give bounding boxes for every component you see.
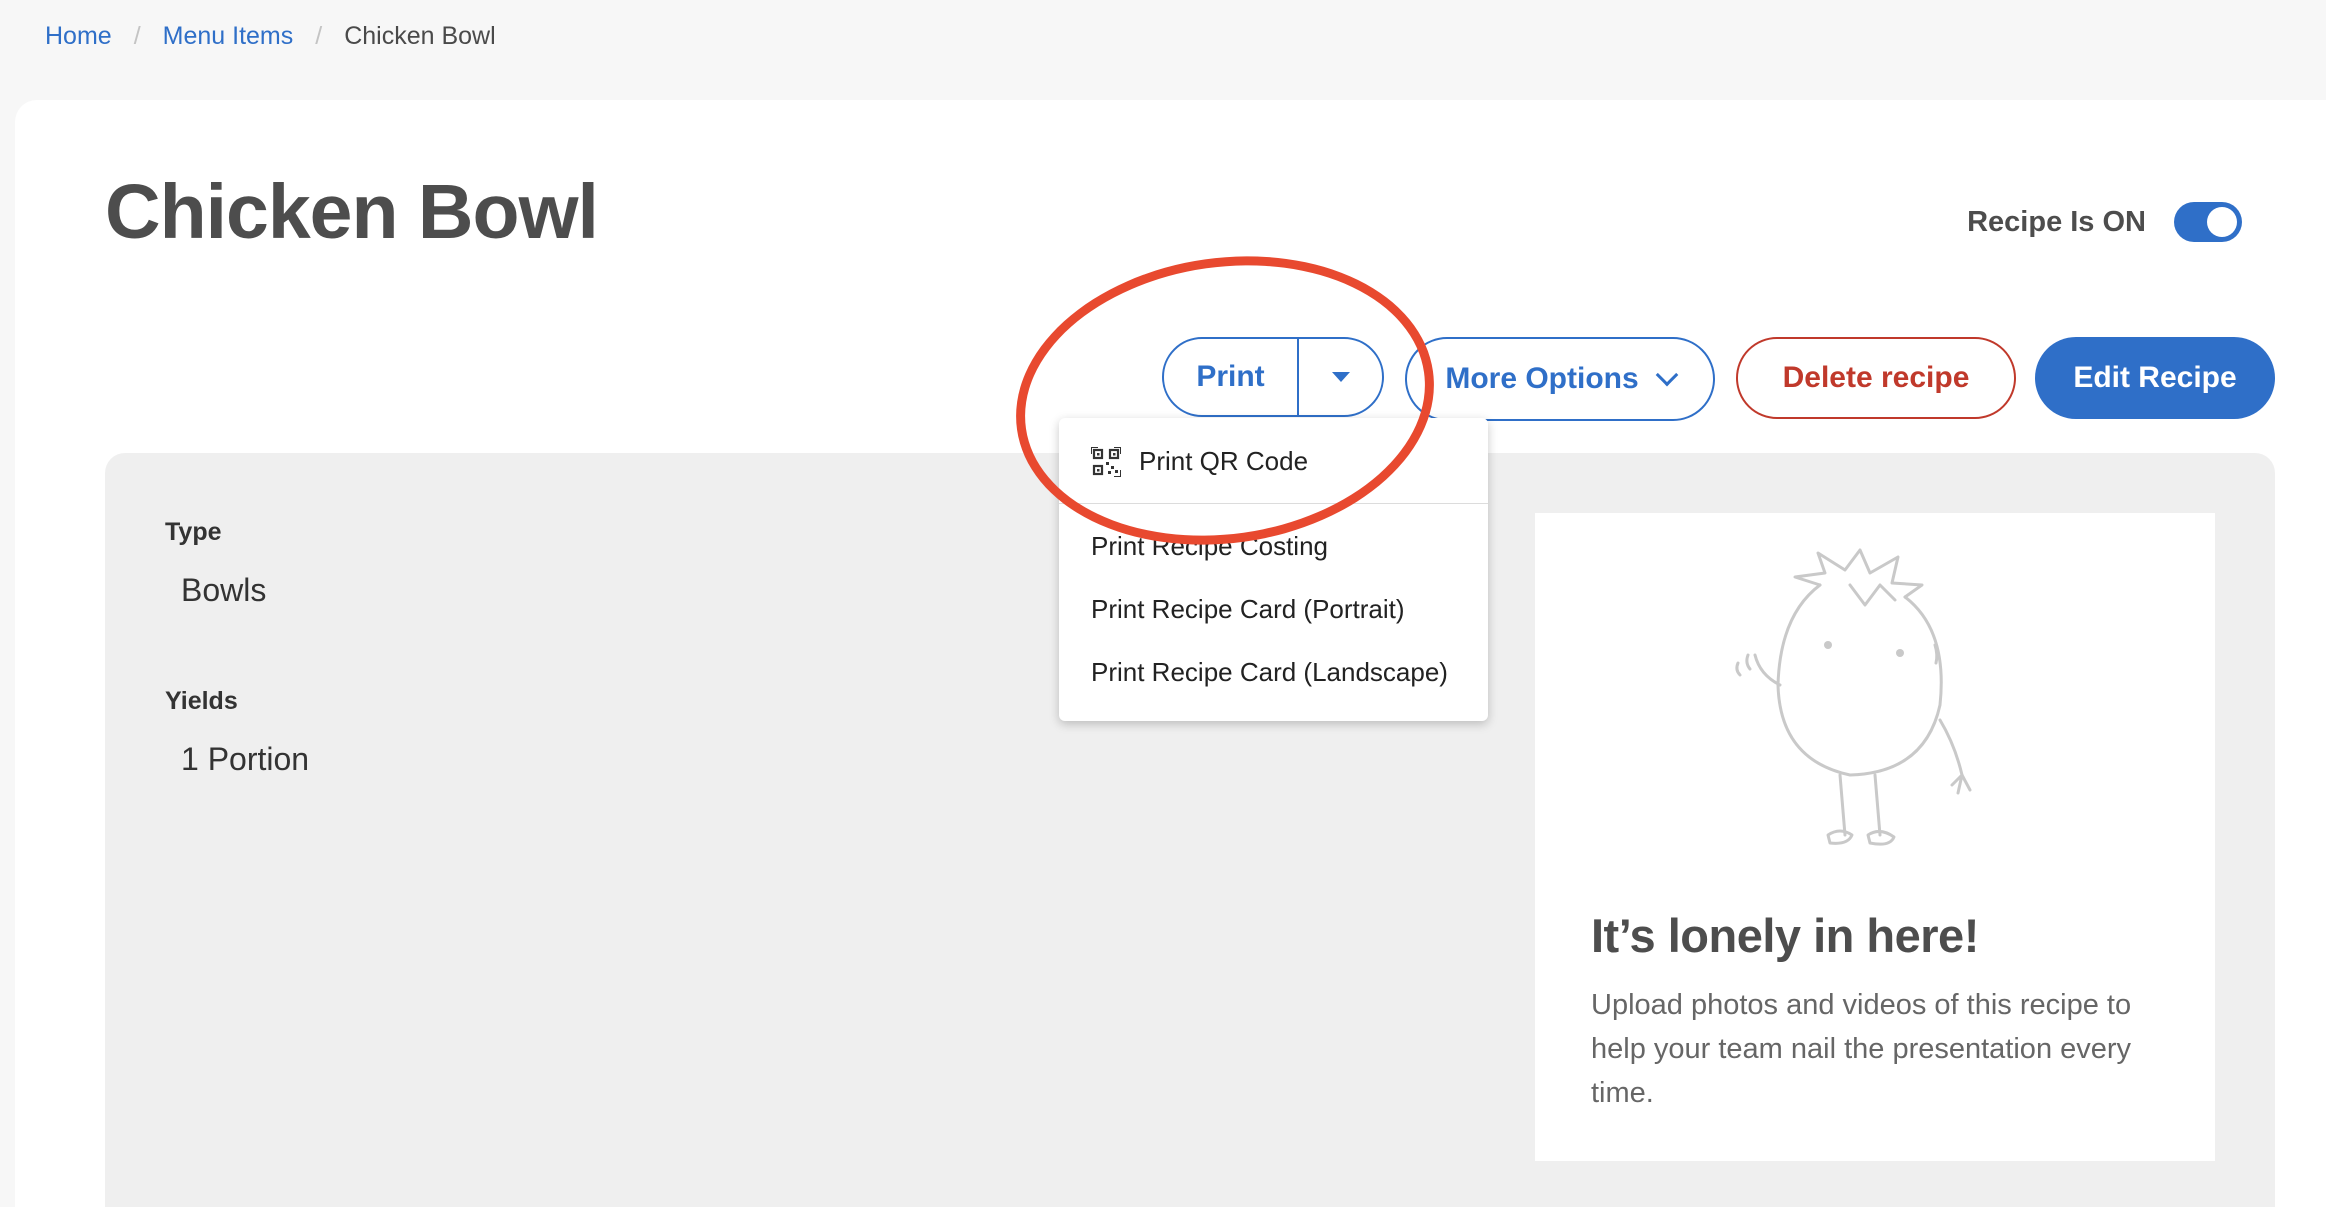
edit-recipe-button[interactable]: Edit Recipe xyxy=(2035,337,2275,419)
print-button[interactable]: Print xyxy=(1164,339,1299,415)
menu-item-print-recipe-card-landscape[interactable]: Print Recipe Card (Landscape) xyxy=(1091,657,1448,688)
recipe-toggle-switch[interactable] xyxy=(2174,202,2242,242)
breadcrumb-home-link[interactable]: Home xyxy=(45,22,112,51)
menu-item-label: Print QR Code xyxy=(1139,446,1309,476)
recipe-toggle-label: Recipe Is ON xyxy=(1967,205,2146,238)
toggle-knob xyxy=(2207,207,2237,237)
breadcrumb-menu-items-link[interactable]: Menu Items xyxy=(163,22,294,51)
tomato-mascot-icon xyxy=(1735,548,1972,846)
menu-item-print-recipe-card-portrait[interactable]: Print Recipe Card (Portrait) xyxy=(1091,594,1405,625)
menu-divider xyxy=(1059,503,1488,504)
yields-value: 1 Portion xyxy=(181,741,310,777)
recipe-toggle: Recipe Is ON xyxy=(1967,202,2242,242)
type-label: Type xyxy=(165,518,222,546)
breadcrumb-current: Chicken Bowl xyxy=(344,22,496,50)
menu-item-print-recipe-costing[interactable]: Print Recipe Costing xyxy=(1091,531,1328,562)
yields-label: Yields xyxy=(165,687,238,715)
more-options-label: More Options xyxy=(1445,362,1639,395)
breadcrumb-separator: / xyxy=(133,22,141,50)
delete-recipe-button[interactable]: Delete recipe xyxy=(1736,337,2016,419)
chevron-down-icon xyxy=(1655,363,1678,387)
breadcrumb: Home / Menu Items / Chicken Bowl xyxy=(45,22,496,51)
empty-state-text: Upload photos and videos of this recipe … xyxy=(1591,989,2132,1109)
breadcrumb-separator: / xyxy=(315,22,323,50)
type-value: Bowls xyxy=(181,572,267,608)
more-options-button[interactable]: More Options xyxy=(1405,337,1715,421)
page-title: Chicken Bowl xyxy=(105,169,599,255)
print-split-button: Print xyxy=(1162,337,1384,417)
print-dropdown-toggle[interactable] xyxy=(1299,339,1382,415)
print-dropdown-menu: Print QR Code Print Recipe Costing Print… xyxy=(1059,418,1488,721)
menu-item-print-qr-code[interactable]: Print QR Code xyxy=(1091,446,1308,477)
caret-down-icon xyxy=(1331,372,1350,382)
empty-state-title: It’s lonely in here! xyxy=(1591,909,1979,962)
qr-code-icon xyxy=(1091,446,1121,477)
